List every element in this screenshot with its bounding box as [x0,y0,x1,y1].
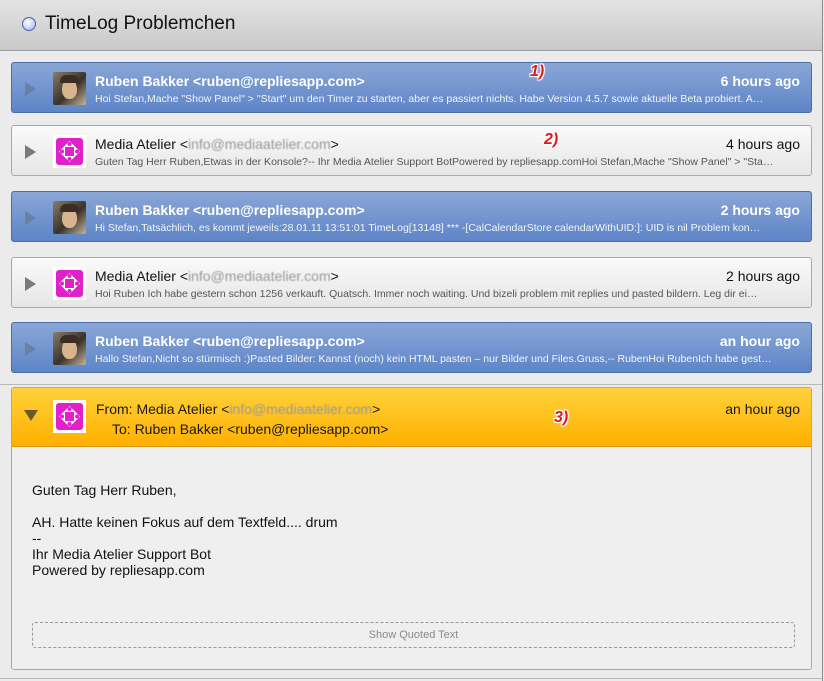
disclosure-triangle-icon[interactable] [25,277,36,291]
message-body: Guten Tag Herr Ruben, AH. Hatte keinen F… [32,482,338,578]
media-atelier-logo-icon [53,135,86,168]
avatar [53,400,86,433]
message-row[interactable]: Ruben Bakker <ruben@repliesapp.com> 2 ho… [11,191,812,242]
body-line: Guten Tag Herr Ruben, [32,482,177,498]
message-time: an hour ago [719,333,800,349]
message-sender: Media Atelier <info@mediaatelier.com> [95,268,339,284]
disclosure-triangle-icon[interactable] [25,145,36,159]
message-sender: Ruben Bakker <ruben@repliesapp.com> [95,333,365,349]
message-snippet: Hallo Stefan,Nicht so stürmisch :)Pasted… [95,353,772,365]
avatar [53,201,86,234]
expanded-message-header[interactable]: From: Media Atelier <info@mediaatelier.c… [12,388,811,447]
body-line: Ihr Media Atelier Support Bot [32,546,211,562]
body-line: Powered by repliesapp.com [32,562,205,578]
body-line: -- [32,530,42,546]
media-atelier-logo-icon [53,267,86,300]
avatar [53,332,86,365]
thread-status-icon [22,17,36,31]
message-list: Ruben Bakker <ruben@repliesapp.com> 6 ho… [0,51,823,681]
message-time: an hour ago [725,401,800,417]
message-time: 2 hours ago [720,202,800,218]
window-title: TimeLog Problemchen [45,13,236,34]
message-sender: Media Atelier <info@mediaatelier.com> [95,136,339,152]
message-time: 4 hours ago [726,136,800,152]
message-row[interactable]: Media Atelier <info@mediaatelier.com> 2 … [11,257,812,308]
disclosure-triangle-icon[interactable] [25,82,36,96]
annotation-marker: 3) [554,409,569,426]
window-bottom-border [0,678,822,679]
message-time: 6 hours ago [720,73,800,89]
expanded-message: From: Media Atelier <info@mediaatelier.c… [11,387,812,670]
message-row[interactable]: Media Atelier <info@mediaatelier.com> 4 … [11,125,812,176]
avatar [53,135,86,168]
message-snippet: Hi Stefan,Tatsächlich, es kommt jeweils:… [95,222,761,234]
message-row[interactable]: Ruben Bakker <ruben@repliesapp.com> 6 ho… [11,62,812,113]
window-titlebar: TimeLog Problemchen [0,0,823,51]
avatar [53,267,86,300]
body-line [32,498,338,514]
disclosure-triangle-icon[interactable] [25,211,36,225]
disclosure-triangle-icon[interactable] [25,342,36,356]
media-atelier-logo-icon [53,400,86,433]
annotation-marker: 2) [544,131,559,148]
show-quoted-text-button[interactable]: Show Quoted Text [32,622,795,648]
message-snippet: Hoi Stefan,Mache "Show Panel" > "Start" … [95,93,764,105]
annotation-marker: 1) [530,63,545,80]
from-line: From: Media Atelier <info@mediaatelier.c… [96,401,381,417]
message-row[interactable]: Ruben Bakker <ruben@repliesapp.com> an h… [11,322,812,373]
message-snippet: Hoi Ruben Ich habe gestern schon 1256 ve… [95,288,758,300]
message-snippet: Guten Tag Herr Ruben,Etwas in der Konsol… [95,156,774,168]
list-divider [0,384,822,385]
body-line: AH. Hatte keinen Fokus auf dem Textfeld.… [32,514,338,530]
disclosure-triangle-open-icon[interactable] [24,410,38,421]
message-sender: Ruben Bakker <ruben@repliesapp.com> [95,202,365,218]
to-line: To: Ruben Bakker <ruben@repliesapp.com> [112,421,389,437]
message-sender: Ruben Bakker <ruben@repliesapp.com> [95,73,365,89]
avatar [53,72,86,105]
message-time: 2 hours ago [726,268,800,284]
